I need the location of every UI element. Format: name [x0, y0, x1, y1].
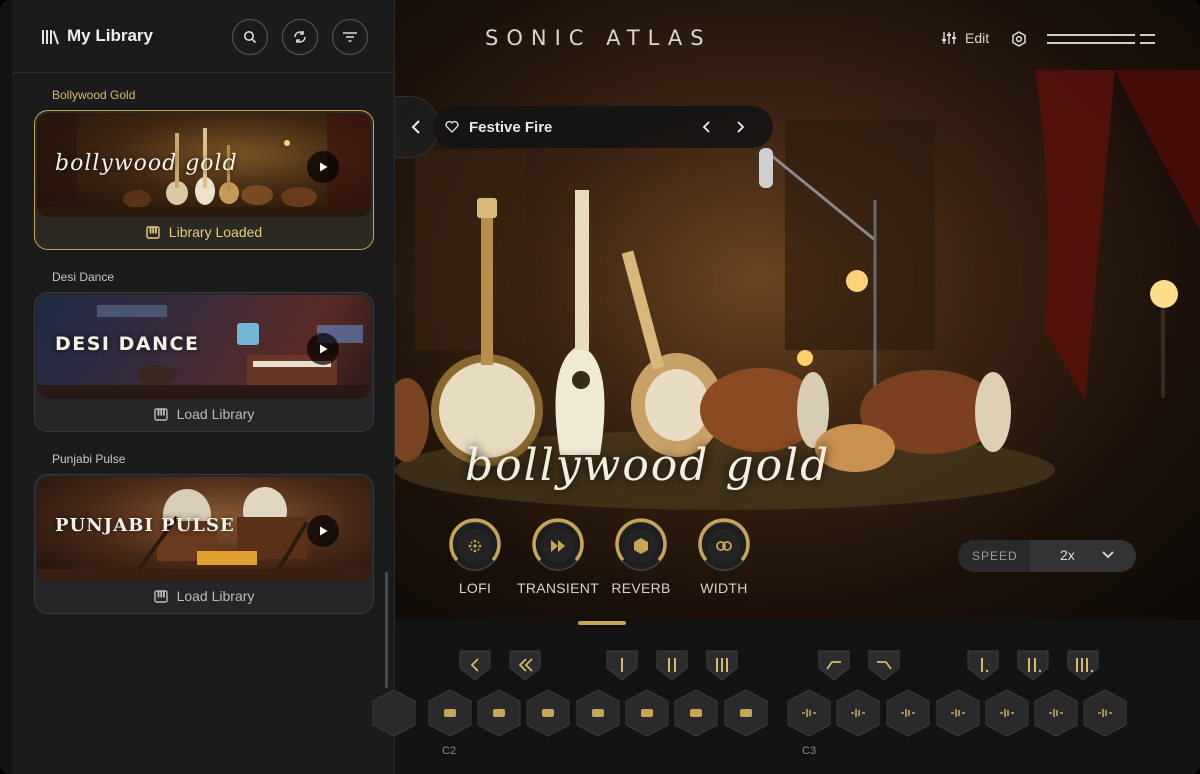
library-logo: DESI DANCE: [55, 333, 200, 355]
sidebar-title: My Library: [67, 26, 153, 45]
next-preset-icon[interactable]: [735, 120, 745, 134]
chevron-down-icon: [1102, 551, 1114, 559]
key-pad[interactable]: [624, 688, 670, 738]
previous-preset-icon[interactable]: [702, 120, 712, 134]
filter-icon: [343, 32, 357, 42]
articulation-button[interactable]: [507, 648, 543, 682]
key-pad[interactable]: [885, 688, 931, 738]
chevron-left-icon: [411, 120, 420, 134]
menu-icon[interactable]: [1045, 32, 1157, 48]
articulation-button[interactable]: [866, 648, 902, 682]
note-label-c2: C2: [442, 745, 457, 757]
sonic-atlas-window: My Library Bollywood Gold bollywood gold…: [0, 0, 1200, 774]
play-preview-button[interactable]: [307, 333, 339, 365]
stage-illustration: [395, 70, 1200, 510]
key-pad[interactable]: [371, 688, 417, 738]
speed-value: 2x: [1060, 547, 1075, 563]
play-preview-button[interactable]: [307, 151, 339, 183]
load-library-button[interactable]: Load Library: [35, 579, 373, 613]
articulation-button[interactable]: [704, 648, 740, 682]
sync-button[interactable]: [282, 19, 318, 55]
filter-button[interactable]: [332, 19, 368, 55]
key-pad[interactable]: [835, 688, 881, 738]
transient-knob[interactable]: [530, 518, 586, 574]
articulation-button[interactable]: [1015, 648, 1051, 682]
play-icon: [320, 344, 328, 354]
width-label: WIDTH: [700, 580, 748, 596]
sync-icon: [294, 31, 306, 43]
speed-control: SPEED 2x: [958, 540, 1136, 572]
play-preview-button[interactable]: [307, 515, 339, 547]
load-library-label: Load Library: [176, 406, 255, 422]
main-panel: SONIC ATLAS Edit Festive Fire bollywood …: [372, 0, 1200, 774]
panel-page-indicator[interactable]: [578, 621, 626, 625]
library-logo: bollywood gold: [55, 151, 238, 176]
key-pad[interactable]: [723, 688, 769, 738]
key-pad[interactable]: [476, 688, 522, 738]
edit-button[interactable]: Edit: [941, 30, 989, 46]
section-label-bollywood-gold: Bollywood Gold: [52, 88, 136, 102]
key-pad[interactable]: [575, 688, 621, 738]
lofi-knob[interactable]: [447, 518, 503, 574]
play-icon: [320, 162, 328, 172]
speed-dropdown[interactable]: 2x: [1030, 540, 1136, 572]
piano-icon: [153, 589, 168, 603]
library-logo: PUNJABI PULSE: [55, 515, 235, 536]
library-title-logo: bollywood gold: [465, 440, 831, 491]
piano-icon: [153, 407, 168, 421]
key-pad[interactable]: [427, 688, 473, 738]
section-label-desi-dance: Desi Dance: [52, 270, 115, 284]
articulation-keyboard: C2 C3: [372, 628, 1200, 774]
sliders-icon: [942, 32, 956, 44]
heart-icon[interactable]: [445, 120, 459, 133]
key-pad[interactable]: [1033, 688, 1079, 738]
stage-artwork: SONIC ATLAS Edit Festive Fire bollywood …: [395, 0, 1200, 620]
library-card-punjabi-pulse[interactable]: PUNJABI PULSE Load Library: [34, 474, 374, 614]
sidebar-header: My Library: [12, 0, 394, 73]
sidebar-scrollbar[interactable]: [385, 572, 388, 688]
articulation-button[interactable]: [965, 648, 1001, 682]
search-icon: [244, 31, 257, 44]
speed-label: SPEED: [972, 549, 1018, 563]
articulation-button[interactable]: [457, 648, 493, 682]
search-button[interactable]: [232, 19, 268, 55]
key-pad[interactable]: [525, 688, 571, 738]
library-status: Library Loaded: [35, 215, 373, 249]
key-pad[interactable]: [1082, 688, 1128, 738]
key-pad[interactable]: [984, 688, 1030, 738]
preset-name: Festive Fire: [469, 119, 553, 136]
piano-icon: [146, 225, 160, 239]
reverb-knob[interactable]: [613, 518, 669, 574]
library-artwork: bollywood gold: [37, 113, 371, 217]
articulation-button[interactable]: [816, 648, 852, 682]
width-knob[interactable]: [696, 518, 752, 574]
key-pad[interactable]: [673, 688, 719, 738]
articulation-button[interactable]: [1065, 648, 1101, 682]
articulation-button[interactable]: [604, 648, 640, 682]
key-pad[interactable]: [935, 688, 981, 738]
section-label-punjabi-pulse: Punjabi Pulse: [52, 452, 126, 466]
library-sidebar: My Library Bollywood Gold bollywood gold…: [12, 0, 395, 774]
library-icon: [42, 30, 59, 45]
library-card-bollywood-gold[interactable]: bollywood gold Library Loaded: [34, 110, 374, 250]
settings-icon[interactable]: [1011, 31, 1027, 47]
load-library-label: Load Library: [176, 588, 255, 604]
library-artwork: DESI DANCE: [37, 295, 371, 399]
key-pad[interactable]: [786, 688, 832, 738]
play-icon: [320, 526, 328, 536]
library-artwork: PUNJABI PULSE: [37, 477, 371, 581]
edit-label: Edit: [965, 30, 990, 46]
library-card-desi-dance[interactable]: DESI DANCE Load Library: [34, 292, 374, 432]
library-status-label: Library Loaded: [168, 224, 263, 240]
preset-selector[interactable]: Festive Fire: [433, 106, 773, 148]
articulation-button[interactable]: [654, 648, 690, 682]
brand-logo: SONIC ATLAS: [485, 26, 712, 50]
load-library-button[interactable]: Load Library: [35, 397, 373, 431]
note-label-c3: C3: [802, 745, 817, 757]
